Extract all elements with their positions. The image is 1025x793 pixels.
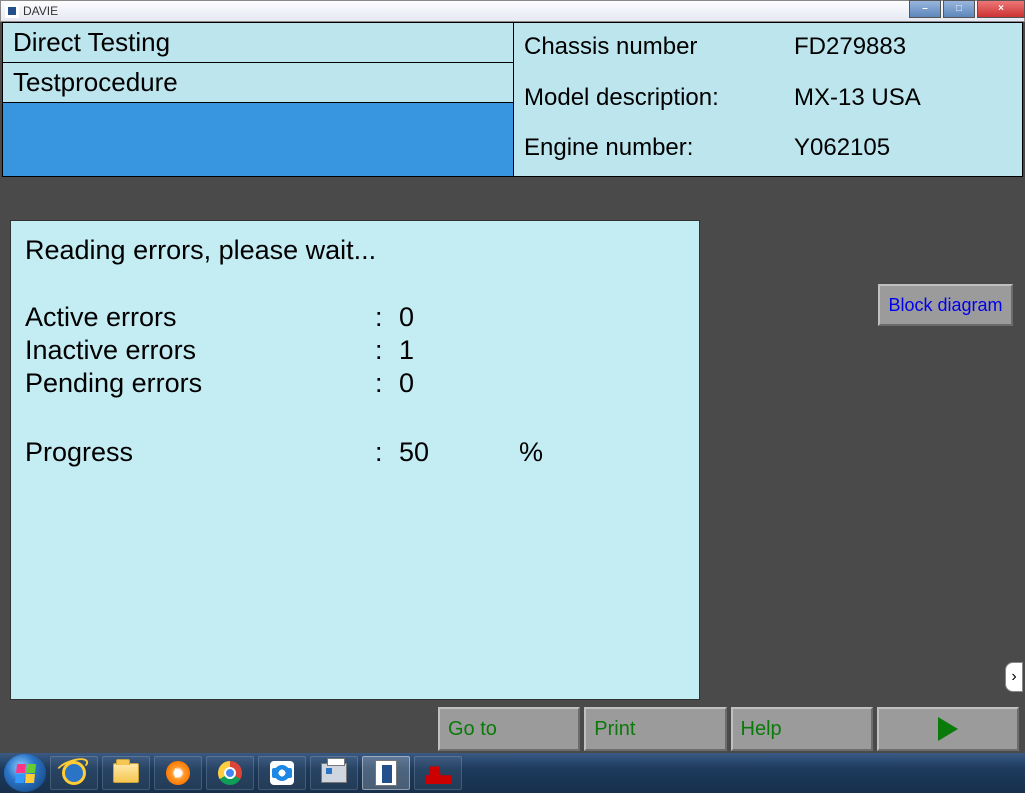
engine-number-label: Engine number:: [524, 128, 794, 168]
inactive-errors-value: 1: [399, 335, 519, 366]
side-expand-tab[interactable]: ›: [1005, 662, 1023, 692]
model-description-label: Model description:: [524, 78, 794, 118]
print-button[interactable]: Print: [584, 707, 726, 751]
taskbar-davie-app[interactable]: [362, 756, 410, 790]
app-window: DAVIE – □ × Direct Testing Testprocedure…: [0, 0, 1025, 793]
app-icon: [5, 4, 19, 18]
play-icon: [938, 717, 958, 741]
chassis-number-label: Chassis number: [524, 27, 794, 67]
progress-row: Progress : 50 %: [25, 437, 685, 468]
status-panel: Reading errors, please wait... Active er…: [10, 220, 700, 700]
taskbar: [0, 753, 1025, 793]
navigation-panel: Direct Testing Testprocedure: [2, 22, 514, 177]
inactive-errors-label: Inactive errors: [25, 335, 375, 366]
inactive-errors-row: Inactive errors : 1: [25, 335, 685, 366]
active-errors-value: 0: [399, 302, 519, 333]
footer-buttons: Go to Print Help: [438, 707, 1019, 751]
teamviewer-icon: [270, 761, 294, 785]
testprocedure-heading: Testprocedure: [3, 63, 513, 103]
active-errors-row: Active errors : 0: [25, 302, 685, 333]
media-player-icon: [166, 761, 190, 785]
goto-button[interactable]: Go to: [438, 707, 580, 751]
close-button[interactable]: ×: [977, 0, 1025, 18]
content-area: Direct Testing Testprocedure Chassis num…: [0, 22, 1025, 753]
continue-button[interactable]: [877, 707, 1019, 751]
window-title: DAVIE: [23, 4, 58, 18]
davie-app-icon: [375, 760, 397, 786]
status-title: Reading errors, please wait...: [25, 235, 685, 266]
progress-unit: %: [519, 437, 543, 468]
printer-icon: [321, 763, 347, 783]
window-controls: – □ ×: [907, 0, 1025, 18]
help-button[interactable]: Help: [731, 707, 873, 751]
windows-logo-icon: [15, 764, 36, 783]
start-button[interactable]: [4, 754, 46, 792]
engine-number-value: Y062105: [794, 128, 1012, 168]
taskbar-file-explorer[interactable]: [102, 756, 150, 790]
progress-value: 50: [399, 437, 519, 468]
chassis-number-value: FD279883: [794, 27, 1012, 67]
taskbar-internet-explorer[interactable]: [50, 756, 98, 790]
pending-errors-row: Pending errors : 0: [25, 368, 685, 399]
taskbar-media-player[interactable]: [154, 756, 202, 790]
main-area: Reading errors, please wait... Active er…: [2, 200, 1023, 703]
model-description-value: MX-13 USA: [794, 78, 1012, 118]
pending-errors-value: 0: [399, 368, 519, 399]
header-area: Direct Testing Testprocedure Chassis num…: [2, 22, 1023, 177]
taskbar-chrome[interactable]: [206, 756, 254, 790]
truck-icon: [425, 762, 451, 784]
vehicle-info-panel: Chassis number FD279883 Model descriptio…: [514, 22, 1023, 177]
ie-icon: [62, 761, 86, 785]
active-errors-label: Active errors: [25, 302, 375, 333]
chevron-right-icon: ›: [1011, 668, 1016, 686]
taskbar-truck-app[interactable]: [414, 756, 462, 790]
titlebar: DAVIE – □ ×: [0, 0, 1025, 22]
chrome-icon: [218, 761, 242, 785]
selected-procedure-slot[interactable]: [3, 103, 513, 176]
taskbar-printer-app[interactable]: [310, 756, 358, 790]
folder-icon: [113, 763, 139, 783]
block-diagram-button[interactable]: Block diagram: [878, 284, 1013, 326]
pending-errors-label: Pending errors: [25, 368, 375, 399]
minimize-button[interactable]: –: [909, 0, 941, 18]
direct-testing-heading: Direct Testing: [3, 23, 513, 63]
taskbar-teamviewer[interactable]: [258, 756, 306, 790]
progress-label: Progress: [25, 437, 375, 468]
maximize-button[interactable]: □: [943, 0, 975, 18]
